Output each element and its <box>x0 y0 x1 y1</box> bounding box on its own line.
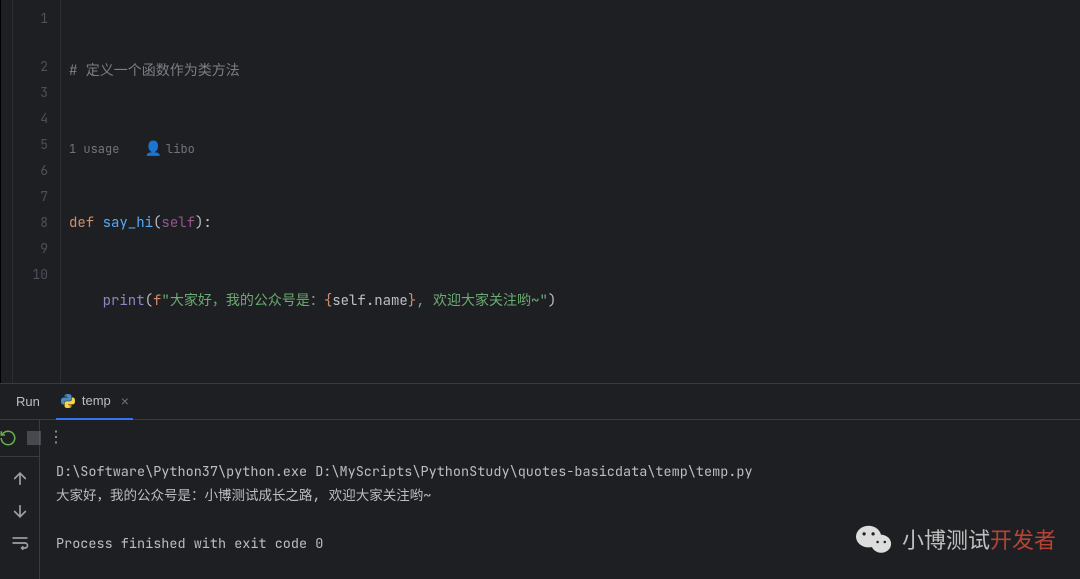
line-number: 3 <box>13 80 48 106</box>
run-side-toolbar <box>0 420 40 579</box>
console-command-line: D:\Software\Python37\python.exe D:\MyScr… <box>56 460 1064 484</box>
run-top-bar: ⋮ <box>40 420 1080 452</box>
close-tab-icon[interactable]: × <box>121 393 129 409</box>
console-stdout-line: 大家好，我的公众号是：小博测试成长之路, 欢迎大家关注哟~ <box>56 484 1064 508</box>
code-line-1[interactable]: # 定义一个函数作为类方法 <box>69 58 1080 84</box>
run-tab-label: temp <box>82 393 111 408</box>
run-content: ⋮ D:\Software\Python37\python.exe D:\MyS… <box>40 420 1080 579</box>
comment-text: # 定义一个函数作为类方法 <box>69 62 240 80</box>
run-tool-label[interactable]: Run <box>16 394 40 409</box>
rerun-icon[interactable] <box>0 428 17 448</box>
console-output[interactable]: D:\Software\Python37\python.exe D:\MyScr… <box>40 452 1080 579</box>
line-number: 4 <box>13 106 48 132</box>
watermark-text: 小博测试开发者 <box>902 523 1056 555</box>
line-number: 6 <box>13 158 48 184</box>
gutter: 1 2 3 4 5 6 7 8 9 10 <box>13 0 61 383</box>
stop-icon[interactable] <box>27 428 41 448</box>
gutter-hint-spacer <box>13 32 48 54</box>
down-arrow-icon[interactable] <box>10 501 30 521</box>
line-number: 10 <box>13 262 48 288</box>
inlay-hints: 1 usage 👤libo <box>69 136 1080 158</box>
python-file-icon <box>60 393 76 409</box>
run-body: ⋮ D:\Software\Python37\python.exe D:\MyS… <box>0 420 1080 579</box>
editor-left-margin <box>1 0 13 383</box>
author-hint[interactable]: libo <box>166 141 195 157</box>
usage-hint[interactable]: 1 usage <box>69 141 119 157</box>
run-panel: Run temp × <box>0 384 1080 579</box>
code-line-3[interactable]: print(f"大家好，我的公众号是：{self.name}, 欢迎大家关注哟~… <box>69 288 1080 314</box>
more-actions-icon[interactable]: ⋮ <box>48 426 66 447</box>
watermark: 小博测试开发者 <box>856 523 1056 555</box>
soft-wrap-icon[interactable] <box>10 533 30 553</box>
code-line-4[interactable] <box>69 366 1080 383</box>
line-number: 9 <box>13 236 48 262</box>
line-number: 1 <box>13 6 48 32</box>
code-line-2[interactable]: def say_hi(self): <box>69 210 1080 236</box>
line-number: 7 <box>13 184 48 210</box>
line-number: 5 <box>13 132 48 158</box>
line-number: 8 <box>13 210 48 236</box>
up-arrow-icon[interactable] <box>10 469 30 489</box>
line-number: 2 <box>13 54 48 80</box>
code-area[interactable]: # 定义一个函数作为类方法 1 usage 👤libo def say_hi(s… <box>61 0 1080 383</box>
wechat-icon <box>856 524 892 554</box>
run-tab-temp[interactable]: temp × <box>56 384 133 420</box>
editor-area: 1 2 3 4 5 6 7 8 9 10 # 定义一个函数作为类方法 1 usa… <box>0 0 1080 383</box>
run-tabs-row: Run temp × <box>0 384 1080 420</box>
person-icon: 👤 <box>145 140 162 158</box>
